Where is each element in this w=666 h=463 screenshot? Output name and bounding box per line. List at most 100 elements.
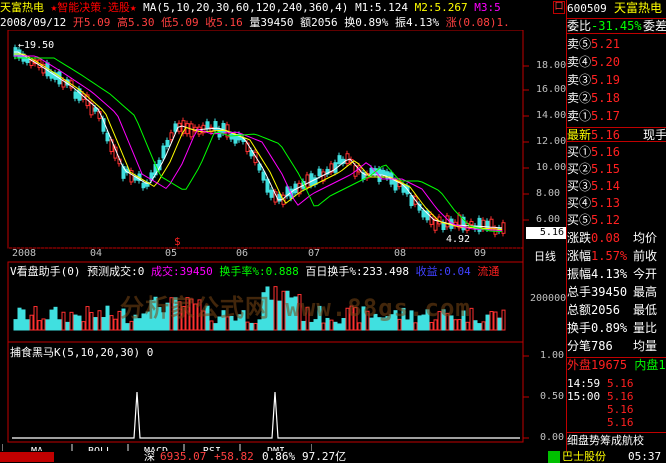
volume-bar bbox=[93, 317, 98, 331]
index-value: 6935.07 bbox=[160, 450, 207, 463]
red-indicator-bar bbox=[0, 452, 54, 462]
candle-body bbox=[165, 139, 170, 148]
buy-level-label: 买① bbox=[567, 145, 592, 159]
stat-value: 4.13% bbox=[591, 267, 628, 281]
clock: 05:37 bbox=[628, 450, 662, 463]
buy-level-label: 买③ bbox=[567, 179, 592, 193]
volume-bar bbox=[13, 319, 18, 331]
title-bar: 天富热电 ★智能决策-选股★ MA(5,10,20,30,60,120,240,… bbox=[0, 0, 566, 16]
volume-bar bbox=[253, 322, 258, 331]
stat-label-2: 今开 bbox=[633, 267, 658, 281]
candle-body bbox=[345, 153, 350, 164]
stat-label: 振幅 bbox=[567, 267, 592, 281]
volume-bar bbox=[33, 306, 38, 331]
ticker-name[interactable]: 巴士股份 bbox=[562, 451, 606, 463]
period-label[interactable]: 日线 bbox=[534, 248, 556, 264]
current-hand-label: 现手 bbox=[643, 128, 666, 142]
volume-bar bbox=[485, 314, 490, 331]
index-name[interactable]: 深 bbox=[144, 451, 155, 463]
info-turnover: 换0.89% bbox=[344, 16, 389, 29]
index-amount: 97.27亿 bbox=[302, 450, 347, 463]
volume-panel-header: V看盘助手(0) 预测成交:0 成交:39450 换手率%:0.888 百日换手… bbox=[10, 263, 522, 279]
watermark-text: 分析家公式网 www.88gs.com bbox=[120, 294, 471, 322]
candle-body bbox=[501, 222, 506, 234]
volume-panel-title: V看盘助手(0) bbox=[10, 265, 81, 278]
volume-bar bbox=[61, 311, 66, 331]
info-date: 2008/09/12 bbox=[0, 16, 67, 29]
volume-bar bbox=[37, 320, 42, 331]
weibi-row: 委比-31.45% 委差 bbox=[567, 18, 666, 34]
candle-body bbox=[229, 133, 234, 140]
stat-label-2: 最高 bbox=[633, 285, 658, 299]
formula-name[interactable]: ★智能决策-选股★ bbox=[51, 1, 137, 14]
buy-level-row: 买③5.14 bbox=[567, 179, 666, 194]
info-close: 收5.16 bbox=[205, 16, 243, 29]
volume-bar bbox=[41, 318, 46, 331]
stat-label-2: 均价 bbox=[633, 231, 658, 245]
profit-value: 收益:0.04 bbox=[415, 265, 471, 278]
sell-level-row: 卖⑤5.21 bbox=[567, 37, 666, 52]
candle-body bbox=[105, 132, 110, 142]
candle-body bbox=[421, 210, 426, 218]
sell-level-price: 5.18 bbox=[591, 91, 620, 105]
volume-bar bbox=[493, 311, 498, 331]
sell-level-label: 卖① bbox=[567, 109, 592, 123]
stat-label-2: 均量 bbox=[633, 339, 658, 353]
candle-body bbox=[337, 155, 342, 165]
volume-bar bbox=[337, 323, 342, 331]
price-tick: 18.00 bbox=[536, 60, 567, 71]
candle-body bbox=[445, 215, 450, 228]
turnover-rate: 换手率%:0.888 bbox=[219, 265, 299, 278]
indicator-axis-tick: 0.00 bbox=[540, 432, 565, 443]
price-tick: 6.00 bbox=[536, 214, 561, 225]
stock-name: 天富热电 bbox=[0, 1, 44, 14]
date-tick: 09 bbox=[474, 248, 487, 259]
hundred-day-turnover: 百日换手%:233.498 bbox=[305, 265, 409, 278]
inner-volume: 内盘1 bbox=[634, 358, 666, 372]
quote-bottom-tabs[interactable]: 细盘势筹成航校 bbox=[567, 432, 666, 447]
date-tick: 06 bbox=[236, 248, 249, 259]
candle-body bbox=[469, 221, 474, 226]
buy-level-price: 5.12 bbox=[591, 213, 620, 227]
stat-label-2: 量比 bbox=[633, 321, 658, 335]
price-tick: 8.00 bbox=[536, 188, 561, 199]
buy-level-row: 买①5.16 bbox=[567, 145, 666, 160]
candle-body bbox=[485, 220, 490, 230]
volume-bar bbox=[105, 305, 110, 331]
price-tick: 16.00 bbox=[536, 84, 567, 95]
buy-level-price: 5.16 bbox=[591, 145, 620, 159]
m2-value: M2:5.267 bbox=[414, 1, 468, 14]
low-price-label: 4.92 bbox=[446, 234, 471, 245]
candle-body bbox=[369, 167, 374, 175]
sell-level-label: 卖② bbox=[567, 91, 592, 105]
candle-body bbox=[381, 169, 386, 176]
sell-level-price: 5.20 bbox=[591, 55, 620, 69]
weicha-label: 委差 bbox=[643, 19, 666, 33]
volume-bar bbox=[73, 314, 78, 331]
volume-bar bbox=[113, 318, 118, 331]
indicator-value: 0 bbox=[146, 346, 154, 359]
candle-body bbox=[309, 173, 314, 186]
date-tick: 04 bbox=[90, 248, 103, 259]
high-price-label: ←19.50 bbox=[18, 40, 55, 51]
indicator-axis-tick: 0.50 bbox=[540, 391, 565, 402]
indicator-axis-tick: 1.00 bbox=[540, 350, 565, 361]
volume-bar bbox=[249, 322, 254, 331]
stock-code: 600509 bbox=[567, 2, 607, 15]
candle-body bbox=[489, 218, 494, 229]
stat-label-2: 最低 bbox=[633, 303, 658, 317]
moving-average-lines bbox=[14, 51, 503, 233]
price-tick: 14.00 bbox=[536, 110, 567, 121]
volume-bar bbox=[481, 321, 486, 331]
restore-button[interactable]: 口 bbox=[553, 1, 565, 14]
stat-label: 分笔 bbox=[567, 339, 592, 353]
float-label: 流通 bbox=[477, 265, 500, 278]
volume-bar bbox=[57, 319, 62, 331]
volume-bar bbox=[25, 319, 30, 331]
weibi-label: 委比 bbox=[567, 19, 592, 33]
date-tick: 08 bbox=[394, 248, 407, 259]
buy-level-label: 买④ bbox=[567, 196, 592, 210]
candle-body bbox=[305, 174, 310, 188]
info-low: 低5.09 bbox=[161, 16, 199, 29]
chart-canvas[interactable] bbox=[0, 30, 566, 445]
